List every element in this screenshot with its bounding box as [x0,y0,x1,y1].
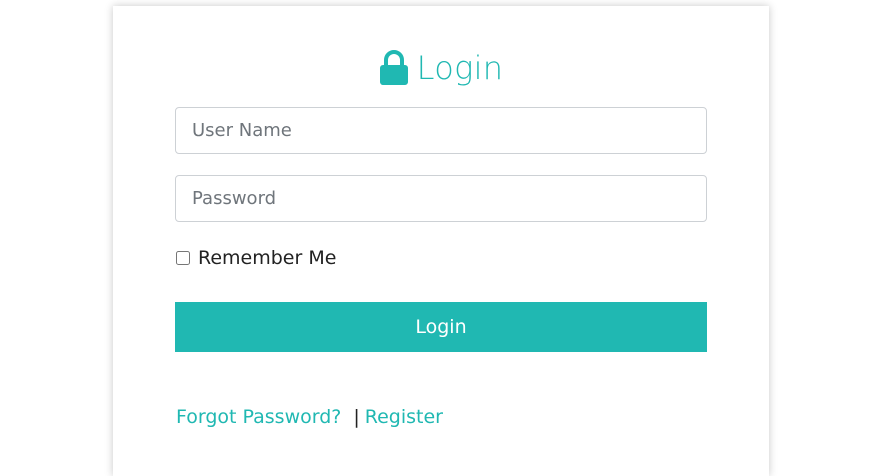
link-separator: | [353,406,360,428]
username-input[interactable] [175,107,707,154]
forgot-password-link[interactable]: Forgot Password? [176,406,341,428]
login-header: Login [113,46,769,90]
lock-icon [379,50,409,86]
password-input[interactable] [175,175,707,222]
page-title: Login [416,49,504,87]
login-card: Login Remember Me Login Forgot Password?… [113,6,769,476]
remember-me-label[interactable]: Remember Me [198,247,336,269]
remember-me-row: Remember Me [175,246,336,270]
footer-links: Forgot Password? | Register [176,406,443,428]
login-button[interactable]: Login [175,302,707,352]
register-link[interactable]: Register [365,406,443,428]
remember-me-checkbox[interactable] [176,251,190,265]
